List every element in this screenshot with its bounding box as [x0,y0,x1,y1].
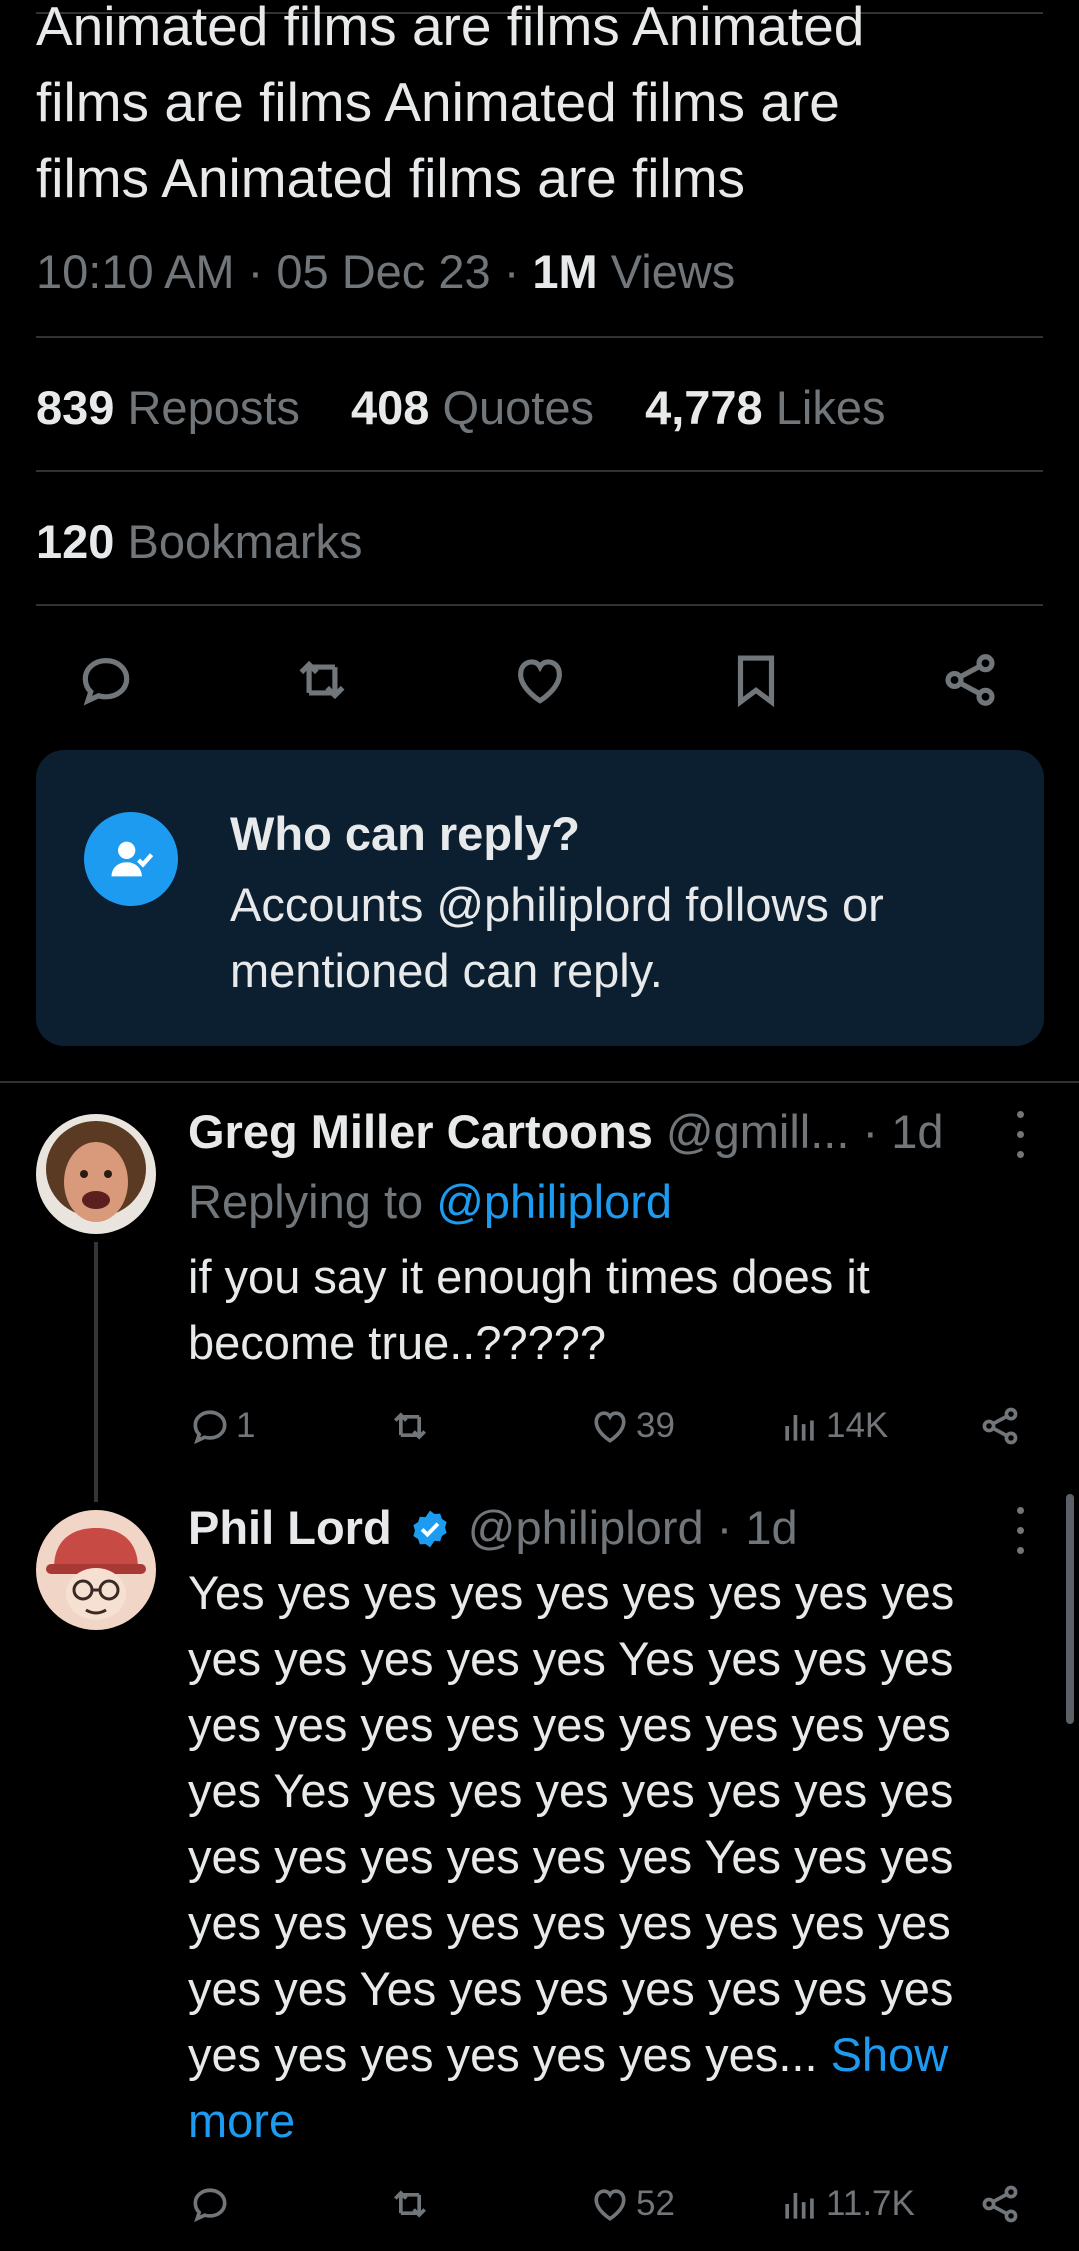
quotes-label: Quotes [442,381,594,434]
view-count: 11.7K [826,2184,915,2223]
share-button[interactable] [978,1398,1026,1454]
avatar-phil-lord[interactable] [36,1510,156,1630]
likes-label: Likes [775,381,886,434]
reply-icon [193,2188,227,2223]
divider [36,470,1043,472]
reposts-stat[interactable]: 839 Reposts [36,381,300,434]
like-button[interactable] [500,640,580,720]
repost-icon [394,1412,426,1440]
thread-line [94,1242,98,1502]
views-chart-icon [785,1415,814,1441]
like-icon [518,659,562,704]
tweet-text: Animated films are films Animated films … [36,0,865,209]
like-count: 52 [636,2184,675,2223]
reposts-count: 839 [36,381,115,434]
reply-stats: 1 39 14K [188,1398,1028,1454]
reply-text: if you say it enough times does it becom… [188,1250,870,1369]
reply-author-handle[interactable]: @gmill... [666,1105,850,1158]
like-icon [594,1411,626,1443]
share-icon [982,2185,1018,2223]
reply-count-button[interactable]: 1 [188,1398,255,1454]
more-options-icon[interactable] [1010,1104,1030,1164]
engagement-stats: 839 Reposts 408 Quotes 4,778 Likes [36,380,923,435]
likes-stat[interactable]: 4,778 Likes [645,381,885,434]
replying-to-handle[interactable]: @philiplord [436,1175,672,1228]
reply-text: Yes yes yes yes yes yes yes yes yes yes … [188,1560,978,2154]
quotes-count: 408 [350,381,430,434]
quotes-stat[interactable]: 408 Quotes [351,381,594,434]
views-chart-icon [785,2193,814,2219]
tweet-date[interactable]: 05 Dec 23 [276,245,490,298]
divider [36,604,1043,606]
share-button[interactable] [930,640,1010,720]
repost-count-button[interactable] [388,2176,436,2232]
reply-age: · 1d [716,1501,798,1554]
tweet-meta: 10:10 AM · 05 Dec 23 · 1M Views [36,244,735,299]
bookmark-icon [737,655,775,708]
reposts-label: Reposts [127,381,300,434]
reply-age: · 1d [862,1105,944,1158]
repost-icon [394,2190,426,2218]
avatar-greg-miller[interactable] [36,1114,156,1234]
share-button[interactable] [978,2176,1026,2232]
like-count-button[interactable]: 39 [588,1398,675,1454]
reply-icon [82,658,130,706]
reply-count: 1 [236,1406,256,1445]
bookmarks-stat[interactable]: 120 Bookmarks [36,514,363,569]
who-can-reply-card: Who can reply? Accounts @philiplord foll… [36,750,1044,1046]
mentioned-user-badge-icon [84,812,178,906]
views-count: 1M [532,245,598,298]
like-count: 39 [636,1406,675,1445]
like-icon [594,2189,626,2221]
reply-author-handle[interactable]: @philiplord [468,1501,704,1554]
bookmarks-label: Bookmarks [127,515,363,568]
reply-button[interactable] [66,640,146,720]
like-count-button[interactable]: 52 [588,2176,675,2232]
verified-badge-icon [413,1510,447,1548]
bookmarks-count: 120 [36,515,115,568]
reply-stats: 52 11.7K [188,2176,1028,2232]
reply-text-content: Yes yes yes yes yes yes yes yes yes yes … [188,1566,955,2081]
repost-count-button[interactable] [388,1398,436,1454]
scrollbar-thumb[interactable] [1066,1494,1074,1724]
who-can-reply-description: Accounts @philiplord follows or mentione… [230,878,884,997]
repost-button[interactable] [282,640,362,720]
share-icon [982,1407,1018,1445]
views-button[interactable]: 11.7K [778,2176,915,2232]
who-can-reply-title: Who can reply? [230,807,580,860]
tweet-time[interactable]: 10:10 AM [36,245,235,298]
reply-author-name[interactable]: Phil Lord [188,1501,392,1554]
reply-icon [193,1410,227,1445]
likes-count: 4,778 [645,381,763,434]
views-button[interactable]: 14K [778,1398,888,1454]
replying-to: Replying to @philiplord [188,1174,672,1229]
repost-icon [299,660,345,700]
share-icon [945,654,995,706]
section-divider [0,1081,1079,1083]
bookmark-button[interactable] [716,640,796,720]
views-label: Views [610,245,736,298]
view-count: 14K [826,1406,889,1445]
reply-count-button[interactable] [188,2176,236,2232]
more-options-icon[interactable] [1010,1500,1030,1560]
meta-separator: · [503,245,520,298]
replying-prefix: Replying to [188,1175,424,1228]
meta-separator: · [247,245,264,298]
reply-header: Phil Lord @philiplord · 1d [188,1500,798,1555]
reply-header: Greg Miller Cartoons @gmill... · 1d [188,1104,944,1159]
reply-author-name[interactable]: Greg Miller Cartoons [188,1105,653,1158]
divider [36,336,1043,338]
